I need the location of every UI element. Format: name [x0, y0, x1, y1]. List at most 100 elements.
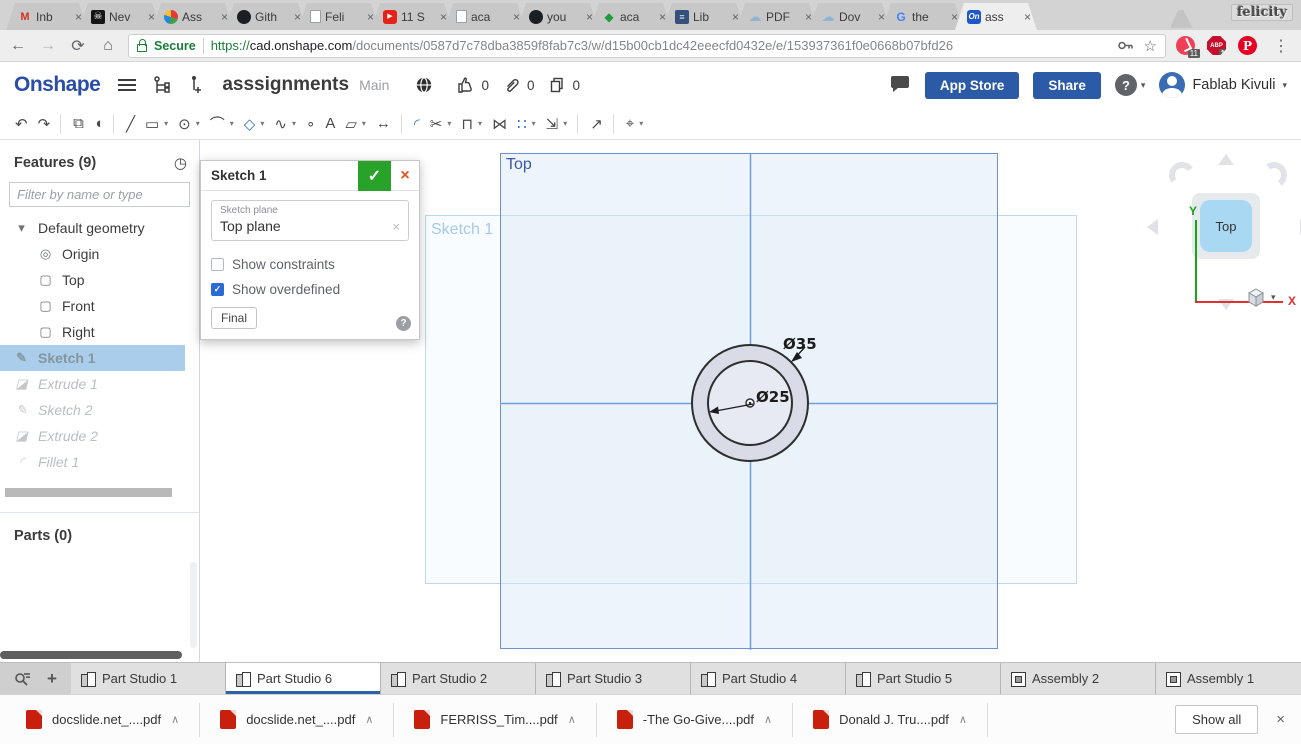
onshape-logo[interactable]: Onshape: [14, 73, 101, 97]
browser-tab[interactable]: ≡ Lib ×: [663, 3, 745, 30]
share-button[interactable]: Share: [1033, 71, 1101, 99]
browser-menu-icon[interactable]: ⋮: [1269, 36, 1293, 56]
main-menu-icon[interactable]: [118, 79, 137, 91]
tab-close-icon[interactable]: ×: [148, 10, 155, 24]
tab-close-icon[interactable]: ×: [659, 10, 666, 24]
browser-tab[interactable]: ▶ 11 S ×: [371, 3, 453, 30]
back-icon[interactable]: ←: [8, 37, 28, 55]
arc-tool-icon[interactable]: ⌒ ▾: [205, 111, 239, 137]
tab-close-icon[interactable]: ×: [732, 10, 739, 24]
studio-tab[interactable]: Part Studio 2: [380, 663, 536, 694]
feature-tree-item[interactable]: ✎ Sketch 2: [0, 397, 199, 423]
download-item[interactable]: -The Go-Give....pdf ∧: [597, 702, 794, 737]
browser-tab[interactable]: ☁ PDF ×: [736, 3, 818, 30]
clear-selection-icon[interactable]: ×: [392, 219, 400, 234]
rollback-bar[interactable]: [5, 488, 172, 497]
view-cube[interactable]: Top Y X: [1145, 148, 1301, 318]
feature-tree-item[interactable]: ▾ Default geometry: [0, 215, 199, 241]
view-mode-cube-icon[interactable]: [1247, 288, 1265, 307]
sketch-plane-field[interactable]: Sketch plane Top plane ×: [211, 200, 409, 241]
feature-tree-item[interactable]: ◪ Extrude 1: [0, 371, 199, 397]
tool-dropdown-caret-icon[interactable]: ▾: [447, 119, 451, 128]
download-item[interactable]: docslide.net_....pdf ∧: [200, 702, 395, 737]
confirm-check-button[interactable]: ✓: [358, 160, 391, 191]
trim-tool-icon[interactable]: ✂ ▾: [425, 111, 457, 137]
browser-tab[interactable]: aca ×: [444, 3, 526, 30]
redo-icon[interactable]: ↷ ▾: [33, 111, 56, 137]
spline-tool-icon[interactable]: ∿ ▾: [269, 111, 301, 137]
browser-tab[interactable]: On ass ×: [955, 3, 1037, 30]
offset-tool-icon[interactable]: ⊓ ▾: [456, 111, 487, 137]
tab-close-icon[interactable]: ×: [1024, 10, 1031, 24]
extension-pinterest-icon[interactable]: P: [1238, 36, 1257, 55]
line-tool-icon[interactable]: ╱ ▾: [108, 111, 140, 137]
dialog-checkbox-row[interactable]: ✓ Show overdefined: [211, 277, 409, 302]
tab-close-icon[interactable]: ×: [586, 10, 593, 24]
rotate-left-arrow-icon[interactable]: [1166, 159, 1198, 191]
download-menu-caret-icon[interactable]: ∧: [568, 713, 576, 726]
tool-dropdown-caret-icon[interactable]: ▾: [196, 119, 200, 128]
like-icon[interactable]: [457, 76, 475, 94]
studio-tab[interactable]: Part Studio 1: [70, 663, 226, 694]
feature-tree-item[interactable]: ✎ Sketch 1: [0, 345, 185, 371]
download-menu-caret-icon[interactable]: ∧: [365, 713, 373, 726]
sidebar-vertical-scrollbar[interactable]: [190, 562, 197, 648]
add-tab-icon[interactable]: +: [47, 669, 57, 689]
tab-close-icon[interactable]: ×: [75, 10, 82, 24]
point-tool-icon[interactable]: ∘ ▾: [301, 111, 320, 137]
tab-close-icon[interactable]: ×: [367, 10, 374, 24]
model-canvas[interactable]: Top Sketch 1 Ø35 Ø25 Top Y X ▾ Sketch 1 …: [200, 140, 1301, 662]
home-icon[interactable]: ⌂: [98, 37, 118, 55]
search-tabs-icon[interactable]: [14, 671, 31, 687]
tool-dropdown-caret-icon[interactable]: ▾: [362, 119, 366, 128]
browser-tab[interactable]: you ×: [517, 3, 599, 30]
tool-dropdown-caret-icon[interactable]: ▾: [230, 119, 234, 128]
download-item[interactable]: FERRISS_Tim....pdf ∧: [394, 702, 597, 737]
undo-icon[interactable]: ↶ ▾: [10, 111, 33, 137]
tab-close-icon[interactable]: ×: [221, 10, 228, 24]
tool-dropdown-caret-icon[interactable]: ▾: [292, 119, 296, 128]
sketch-tool-icon[interactable]: ⧉ ▾: [55, 111, 89, 137]
link-icon[interactable]: [503, 76, 521, 94]
extension-adblock-icon[interactable]: ABP 11: [1207, 36, 1226, 55]
tool-dropdown-caret-icon[interactable]: ▾: [563, 119, 567, 128]
feature-tree-item[interactable]: ◪ Extrude 2: [0, 423, 199, 449]
download-item[interactable]: Donald J. Tru....pdf ∧: [793, 702, 988, 737]
studio-tab[interactable]: Part Studio 3: [535, 663, 691, 694]
regenerate-timer-icon[interactable]: ◷: [174, 154, 187, 172]
checkbox[interactable]: ✓: [211, 258, 224, 271]
feature-tree-item[interactable]: ◜ Fillet 1: [0, 449, 199, 475]
inspect-tool-icon[interactable]: ⌖ ▾: [608, 111, 648, 137]
feature-tree-item[interactable]: ▢ Right: [0, 319, 199, 345]
rectangle-tool-icon[interactable]: ▭ ▾: [140, 111, 173, 137]
close-downloads-bar-icon[interactable]: ×: [1276, 711, 1285, 728]
tab-close-icon[interactable]: ×: [440, 10, 447, 24]
user-avatar[interactable]: [1159, 72, 1186, 98]
branch-icon[interactable]: [188, 74, 204, 96]
studio-tab[interactable]: Part Studio 4: [690, 663, 846, 694]
reload-icon[interactable]: ⟳: [68, 36, 88, 56]
bookmark-star-icon[interactable]: ☆: [1144, 37, 1157, 55]
workspace-name[interactable]: Main: [359, 77, 389, 93]
tool-dropdown-caret-icon[interactable]: ▾: [164, 119, 168, 128]
feature-tree-item[interactable]: ▢ Front: [0, 293, 199, 319]
browser-tab[interactable]: ☠ Nev ×: [79, 3, 161, 30]
browser-tab[interactable]: M Inb ×: [6, 3, 88, 30]
text-tool-icon[interactable]: A ▾: [320, 111, 340, 137]
sidebar-horizontal-scrollbar[interactable]: [0, 651, 182, 659]
feature-tree-item[interactable]: ▢ Top: [0, 267, 199, 293]
checkbox[interactable]: ✓: [211, 283, 224, 296]
forward-icon[interactable]: →: [38, 37, 58, 55]
app-store-button[interactable]: App Store: [924, 71, 1020, 99]
download-menu-caret-icon[interactable]: ∧: [171, 713, 179, 726]
measure-icon[interactable]: ↗ ▾: [572, 111, 608, 137]
browser-tab[interactable]: ☁ Dov ×: [809, 3, 891, 30]
user-menu-caret-icon[interactable]: ▾: [1282, 80, 1287, 91]
circle-tool-icon[interactable]: ⊙ ▾: [173, 111, 205, 137]
studio-tab[interactable]: Assembly 2: [1000, 663, 1156, 694]
rotate-west-arrow-icon[interactable]: [1147, 219, 1158, 235]
versions-icon[interactable]: [152, 75, 172, 95]
browser-tab[interactable]: G the ×: [882, 3, 964, 30]
browser-tab[interactable]: Feli ×: [298, 3, 380, 30]
tool-dropdown-caret-icon[interactable]: ▾: [260, 119, 264, 128]
